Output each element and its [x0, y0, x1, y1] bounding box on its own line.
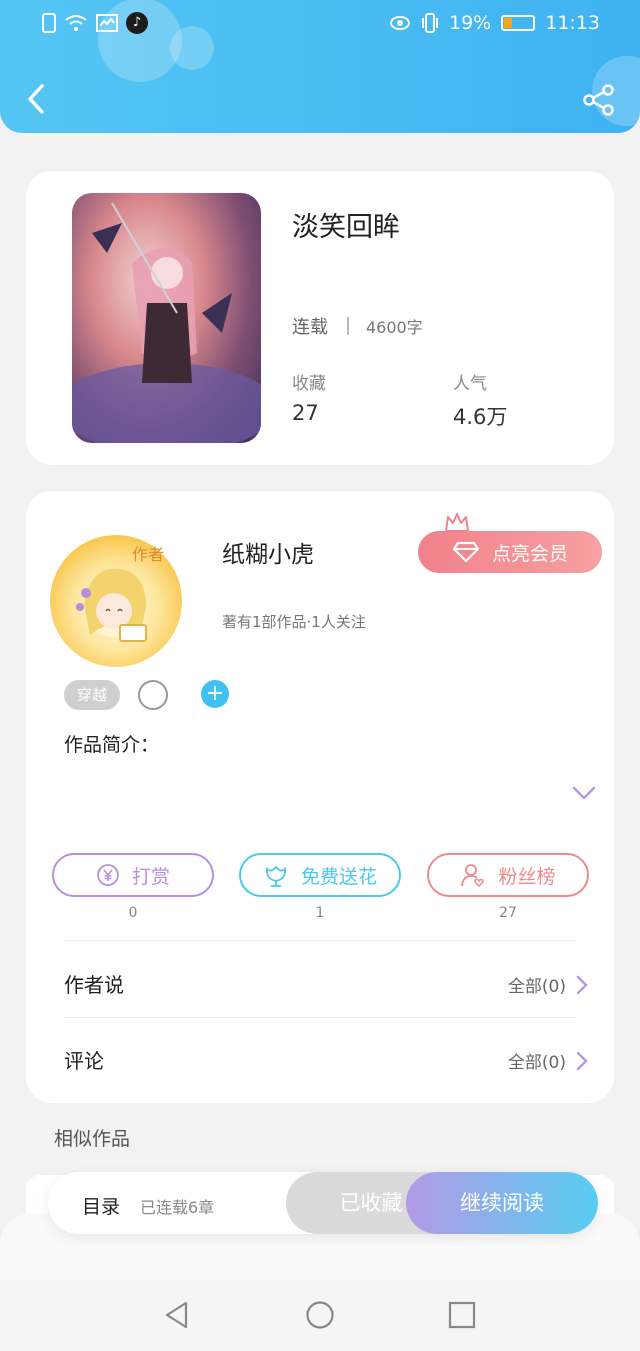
book-meta: 连载 4600字 — [292, 313, 423, 339]
chevron-right-icon — [576, 1051, 588, 1070]
author-says-count: 全部(0) — [507, 977, 566, 997]
vip-button[interactable]: 点亮会员 — [418, 531, 602, 573]
vip-button-label: 点亮会员 — [491, 542, 568, 565]
send-flower-label: 免费送花 — [300, 865, 377, 888]
fan-ranking-label: 粉丝榜 — [498, 865, 556, 888]
genre-tag[interactable]: 穿越 — [64, 680, 120, 710]
intro-label: 作品简介： — [64, 734, 160, 756]
status-bar: ♪ 19% 11:13 — [0, 10, 640, 40]
fan-icon — [461, 864, 485, 888]
favorites-value: 27 — [292, 401, 319, 425]
nav-recents-icon[interactable] — [447, 1300, 477, 1330]
status-time: 11:13 — [545, 12, 600, 34]
wifi-icon — [65, 15, 87, 31]
author-says-label[interactable]: 作者说 — [64, 969, 124, 998]
comments-label[interactable]: 评论 — [64, 1045, 104, 1074]
book-cover[interactable] — [72, 193, 261, 443]
book-info-card: 淡笑回眸 连载 4600字 收藏 27 人气 4.6万 — [26, 171, 614, 465]
author-card: 作者 纸糊小虎 著有1部作品·1人关注 点亮会员 穿越 + 作品简介： 打赏 0… — [26, 491, 614, 1103]
fan-count: 27 — [499, 905, 517, 921]
diamond-icon — [452, 541, 480, 563]
popularity-value: 4.6万 — [453, 405, 508, 429]
flower-icon — [266, 865, 286, 887]
header-bar: ♪ 19% 11:13 — [0, 0, 640, 133]
toc-button[interactable]: 目录 — [82, 1192, 120, 1219]
continue-reading-button[interactable]: 继续阅读 — [406, 1172, 598, 1234]
author-avatar[interactable]: 作者 — [50, 535, 182, 667]
tip-button-label: 打赏 — [131, 865, 170, 888]
divider — [64, 940, 576, 941]
nav-back-icon[interactable] — [162, 1300, 192, 1330]
bottom-action-bar: 目录 已连载6章 已收藏 继续阅读 — [48, 1172, 598, 1234]
alert-icon — [42, 13, 56, 33]
add-tag-button[interactable]: + — [201, 680, 229, 708]
back-button[interactable] — [22, 82, 52, 116]
cover-art — [72, 202, 261, 443]
similar-works-heading: 相似作品 — [54, 1128, 131, 1150]
author-says-link[interactable]: 全部(0) — [508, 972, 588, 997]
meta-divider — [347, 317, 349, 335]
fan-ranking-button[interactable]: 粉丝榜 — [427, 853, 589, 897]
divider — [64, 1017, 576, 1018]
chevron-right-icon — [576, 975, 588, 994]
book-title: 淡笑回眸 — [292, 212, 400, 243]
author-subtitle: 著有1部作品·1人关注 — [222, 613, 366, 631]
tip-button[interactable]: 打赏 — [52, 853, 214, 897]
empty-tag[interactable] — [138, 680, 168, 710]
share-button[interactable] — [582, 83, 616, 117]
chapter-count: 已连载6章 — [140, 1198, 215, 1217]
vibrate-icon — [422, 13, 438, 33]
word-count: 4600字 — [366, 318, 423, 337]
signal-icon — [96, 14, 118, 32]
popularity-label: 人气 — [453, 374, 487, 394]
battery-percent: 19% — [449, 12, 492, 34]
flower-count: 1 — [315, 905, 325, 921]
book-status: 连载 — [292, 317, 328, 338]
send-flower-button[interactable]: 免费送花 — [239, 853, 401, 897]
chevron-down-icon[interactable] — [572, 785, 596, 801]
tip-count: 0 — [128, 905, 138, 921]
avatar-badge: 作者 — [132, 545, 165, 564]
nav-home-icon[interactable] — [305, 1300, 335, 1330]
favorites-label: 收藏 — [292, 374, 326, 394]
comments-count: 全部(0) — [507, 1053, 566, 1073]
system-nav-bar — [0, 1280, 640, 1351]
comments-link[interactable]: 全部(0) — [508, 1048, 588, 1073]
tiktok-icon: ♪ — [126, 12, 148, 34]
battery-icon — [501, 15, 536, 31]
eye-icon — [390, 16, 410, 30]
author-name: 纸糊小虎 — [222, 542, 314, 568]
yen-icon — [97, 864, 119, 886]
